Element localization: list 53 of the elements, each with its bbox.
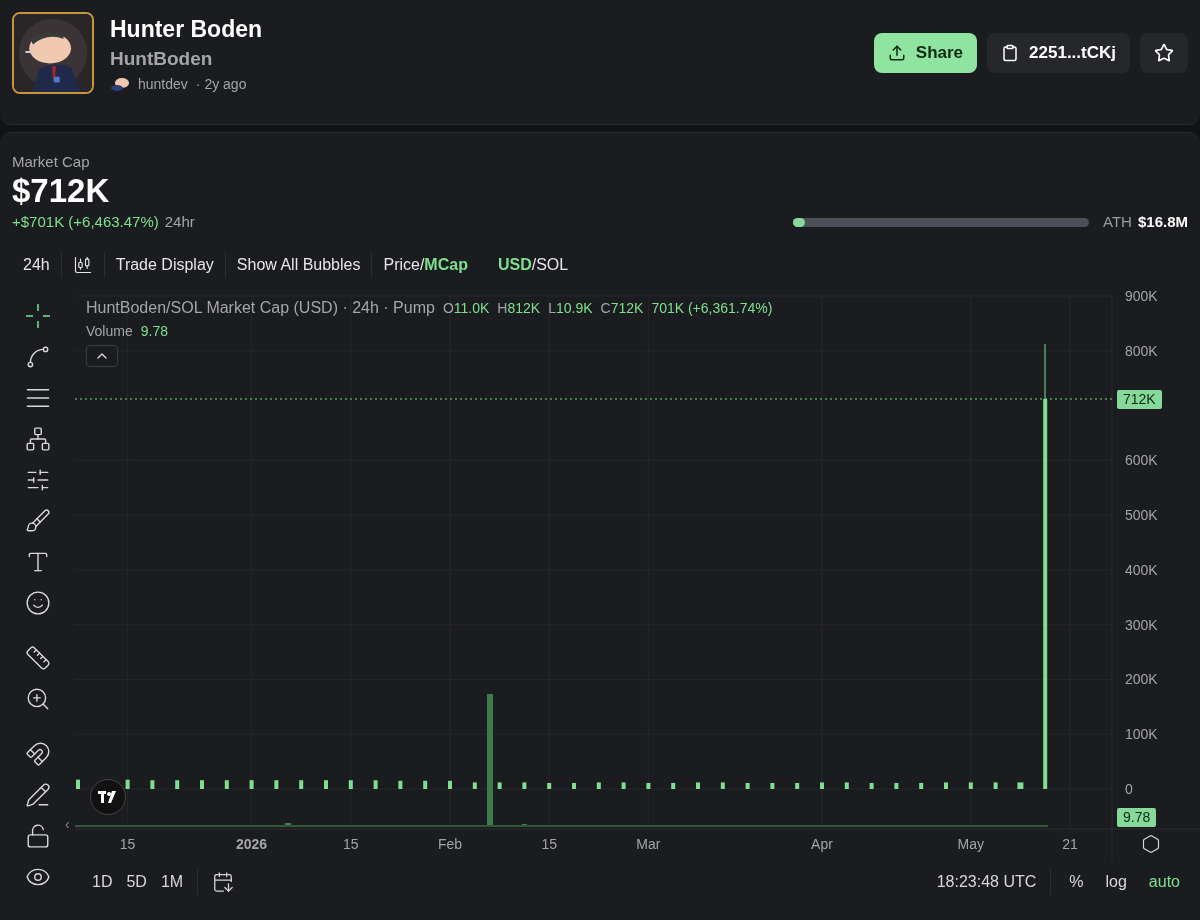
- y-axis-label: 100K: [1125, 726, 1158, 743]
- clock-time: 18:23:48 UTC: [936, 872, 1037, 891]
- range-button[interactable]: 5D: [126, 872, 147, 891]
- toolbar-button[interactable]: Show All Bubbles: [225, 256, 372, 274]
- range-button[interactable]: 1M: [160, 872, 184, 891]
- toggle-button[interactable]: Price/MCap: [372, 256, 479, 274]
- interval-button[interactable]: 24h: [12, 256, 61, 274]
- chart-title: HuntBoden/SOL Market Cap (USD) · 24h · Pump: [86, 299, 435, 317]
- y-axis-label: 0: [1125, 781, 1133, 797]
- ohlc-value: O11.0K: [442, 300, 490, 316]
- y-axis-label: 400K: [1125, 561, 1158, 578]
- volume-badge: 9.78: [1117, 808, 1157, 827]
- y-axis-label: 600K: [1125, 452, 1158, 469]
- created-age: · 2y ago: [195, 75, 247, 94]
- market-cap-change: +$701K (+6,463.47%): [12, 212, 159, 232]
- share-button[interactable]: Share: [873, 33, 978, 73]
- copy-address-button[interactable]: 2251...tCKj: [987, 33, 1130, 73]
- change-period: 24hr: [164, 212, 195, 232]
- ath-label: ATH: [1103, 212, 1132, 232]
- volume-value: 9.78: [140, 323, 168, 339]
- x-axis-label: 15: [119, 836, 136, 852]
- x-axis-label: 15: [541, 836, 557, 852]
- creator-name[interactable]: huntdev: [138, 74, 188, 94]
- toolbar-button[interactable]: Trade Display: [104, 256, 225, 274]
- ath-value: $16.8M: [1137, 212, 1188, 232]
- range-button[interactable]: 1D: [92, 872, 113, 891]
- ohlc-value: C712K: [600, 300, 644, 316]
- ohlc-value: H812K: [497, 300, 541, 316]
- x-axis-label: Apr: [811, 836, 833, 852]
- toggle-button[interactable]: USD/SOL: [486, 256, 580, 274]
- x-axis-label: 2026: [236, 836, 268, 852]
- x-axis-label: May: [957, 836, 985, 852]
- token-ticker: HuntBoden: [110, 47, 214, 71]
- market-cap-value: $712K: [12, 171, 111, 211]
- volume-label: Volume: [86, 323, 133, 339]
- x-axis-label: 15: [343, 836, 359, 852]
- x-axis-label: 21: [1062, 836, 1078, 852]
- change-value: 701K (+6,361.74%): [651, 300, 773, 316]
- x-axis-label: Mar: [636, 836, 661, 852]
- scale-button[interactable]: auto: [1144, 872, 1184, 891]
- market-cap-label: Market Cap: [12, 153, 91, 170]
- token-name: Hunter Boden: [110, 15, 263, 44]
- y-axis-label: 900K: [1125, 288, 1158, 304]
- scale-button[interactable]: log: [1101, 872, 1131, 891]
- y-axis-label: 200K: [1125, 671, 1158, 688]
- y-axis-label: 300K: [1125, 616, 1158, 633]
- y-axis-label: 500K: [1125, 507, 1158, 524]
- y-axis-label: 800K: [1125, 342, 1158, 359]
- scale-button[interactable]: %: [1065, 872, 1088, 891]
- scroll-arrow[interactable]: ‹: [65, 816, 70, 832]
- price-badge: 712K: [1117, 390, 1162, 409]
- ohlc-value: L10.9K: [548, 300, 593, 316]
- x-axis-label: Feb: [437, 836, 463, 852]
